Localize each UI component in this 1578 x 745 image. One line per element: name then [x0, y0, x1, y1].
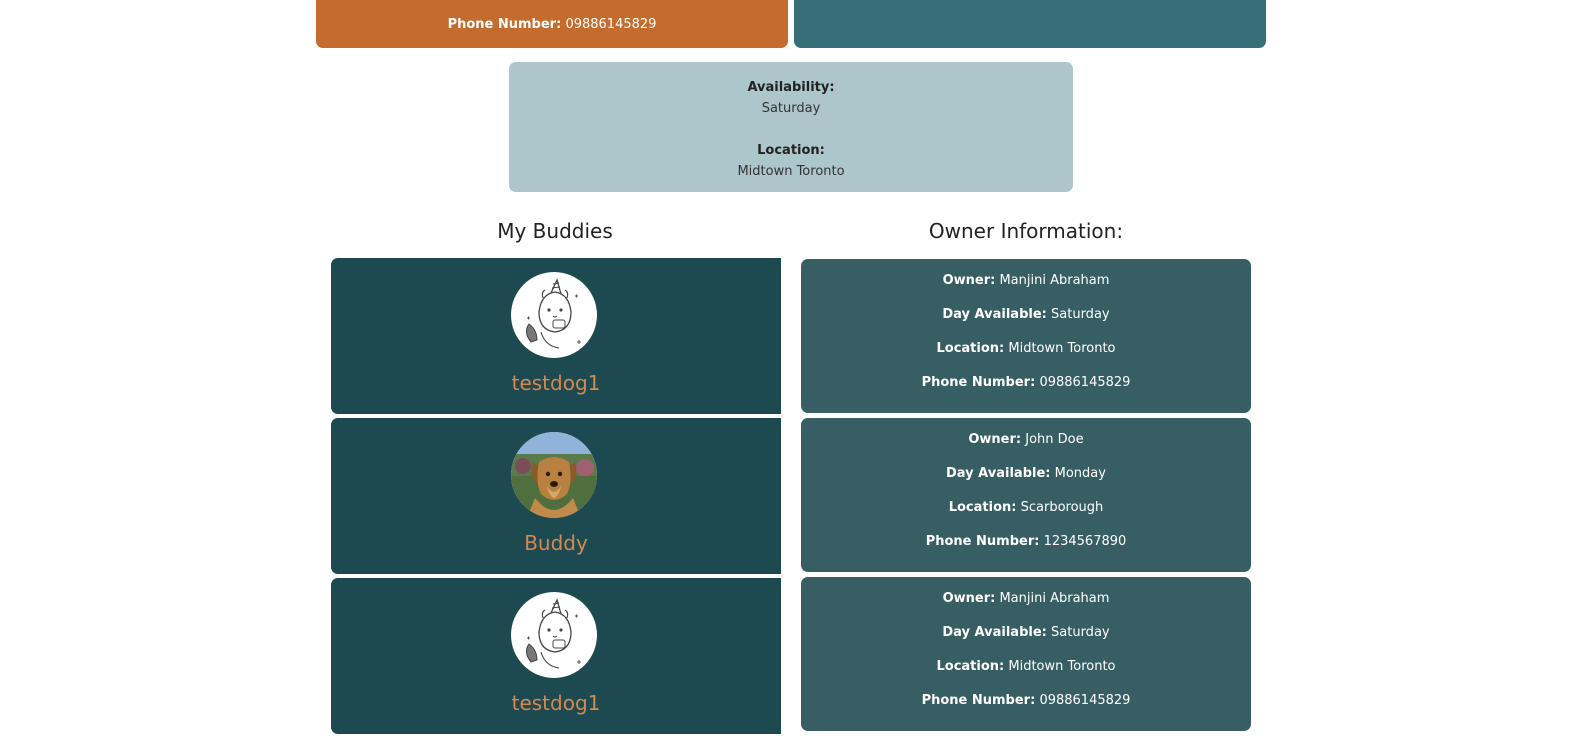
location-value: Midtown Toronto: [737, 164, 845, 179]
location-label: Location:: [936, 659, 1005, 674]
location-label: Location:: [948, 500, 1017, 515]
phone-label: Phone Number:: [925, 534, 1040, 549]
owner-value: Manjini Abraham: [999, 273, 1110, 288]
phone-value: 09886145829: [565, 16, 657, 32]
day-label: Day Available:: [946, 466, 1051, 481]
location-value: Midtown Toronto: [1008, 659, 1116, 674]
day-line: Day Available: Saturday: [801, 306, 1251, 324]
phone-label: Phone Number:: [921, 693, 1036, 708]
phone-value: 1234567890: [1043, 534, 1127, 549]
availability-value: Saturday: [761, 101, 821, 116]
owner-label: Owner:: [942, 273, 996, 288]
location-value: Scarborough: [1020, 500, 1104, 515]
owner-value: John Doe: [1025, 432, 1084, 447]
phone-line: Phone Number: 09886145829: [801, 374, 1251, 392]
day-line: Day Available: Monday: [801, 465, 1251, 483]
owner-info-card: Owner: John Doe Day Available: Monday Lo…: [801, 418, 1251, 572]
location-label: Location:: [757, 143, 825, 158]
owner-line: Owner: Manjini Abraham: [801, 590, 1251, 608]
day-label: Day Available:: [942, 625, 1047, 640]
day-label: Day Available:: [942, 307, 1047, 322]
buddy-name: testdog1: [511, 371, 601, 395]
buddy-card[interactable]: testdog1: [331, 578, 781, 734]
unicorn-cat-avatar-icon: [511, 272, 597, 358]
phone-label: Phone Number:: [447, 16, 562, 32]
owner-value: Manjini Abraham: [999, 591, 1110, 606]
day-value: Saturday: [1051, 625, 1110, 640]
unicorn-cat-avatar-icon: [511, 592, 597, 678]
golden-dog-avatar-icon: [511, 432, 597, 518]
owner-line: Owner: John Doe: [801, 431, 1251, 449]
buddy-name: testdog1: [511, 691, 601, 715]
owner-information-heading: Owner Information:: [928, 219, 1124, 243]
buddy-card[interactable]: testdog1: [331, 258, 781, 414]
location-label: Location:: [936, 341, 1005, 356]
owner-label: Owner:: [942, 591, 996, 606]
location-line: Location: Midtown Toronto: [801, 340, 1251, 358]
phone-line: Phone Number: 09886145829: [801, 692, 1251, 710]
buddy-name: Buddy: [524, 531, 588, 555]
phone-value: 09886145829: [1039, 693, 1131, 708]
top-teal-card: [794, 0, 1266, 48]
top-owner-card: Phone Number: 09886145829: [316, 0, 788, 48]
phone-line: Phone Number: 1234567890: [801, 533, 1251, 551]
owner-info-card: Owner: Manjini Abraham Day Available: Sa…: [801, 577, 1251, 731]
phone-label: Phone Number:: [921, 375, 1036, 390]
owner-info-card: Owner: Manjini Abraham Day Available: Sa…: [801, 259, 1251, 413]
owner-line: Owner: Manjini Abraham: [801, 272, 1251, 290]
location-value: Midtown Toronto: [1008, 341, 1116, 356]
owner-label: Owner:: [968, 432, 1022, 447]
day-line: Day Available: Saturday: [801, 624, 1251, 642]
location-line: Location: Midtown Toronto: [801, 658, 1251, 676]
day-value: Saturday: [1051, 307, 1110, 322]
my-buddies-heading: My Buddies: [497, 219, 613, 243]
location-line: Location: Scarborough: [801, 499, 1251, 517]
phone-value: 09886145829: [1039, 375, 1131, 390]
buddy-card[interactable]: Buddy: [331, 418, 781, 574]
availability-label: Availability:: [747, 80, 835, 95]
availability-card: Availability: Saturday Location: Midtown…: [509, 62, 1073, 192]
day-value: Monday: [1054, 466, 1106, 481]
